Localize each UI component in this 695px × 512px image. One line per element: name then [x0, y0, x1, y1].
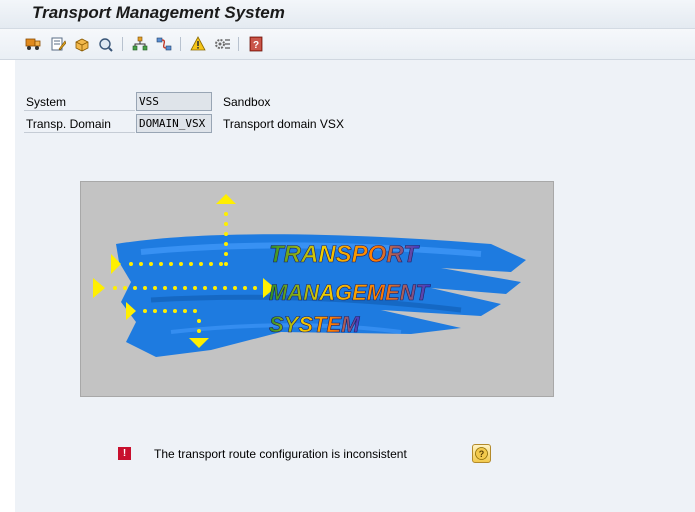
truck-icon[interactable]: [25, 35, 42, 52]
title-bar: Transport Management System: [0, 0, 695, 29]
edit-document-icon[interactable]: [49, 35, 66, 52]
status-message: The transport route configuration is inc…: [154, 447, 407, 461]
logo-line-2: MANAGEMENT: [269, 280, 431, 305]
logo-line-1: TRANSPORT: [269, 241, 420, 268]
alert-icon[interactable]: [189, 35, 206, 52]
window-title: Transport Management System: [32, 3, 285, 22]
transport-box-icon[interactable]: [73, 35, 90, 52]
hierarchy-icon[interactable]: [131, 35, 148, 52]
left-margin: [0, 60, 15, 512]
transport-domain-label: Transp. Domain: [24, 116, 135, 133]
application-toolbar: ?: [0, 29, 695, 60]
svg-text:?: ?: [479, 449, 485, 459]
transport-domain-field[interactable]: DOMAIN_VSX: [136, 114, 212, 133]
transport-routes-icon[interactable]: [155, 35, 172, 52]
system-label: System: [24, 94, 135, 111]
svg-text:?: ?: [252, 40, 258, 51]
system-description: Sandbox: [223, 95, 271, 109]
display-icon[interactable]: [97, 35, 114, 52]
help-book-icon[interactable]: ?: [247, 35, 264, 52]
system-field[interactable]: VSS: [136, 92, 212, 111]
logo-line-3: SYSTEM: [269, 312, 360, 337]
help-icon[interactable]: ?: [472, 444, 491, 463]
transport-domain-description: Transport domain VSX: [223, 117, 344, 131]
settings-icon[interactable]: [213, 35, 230, 52]
tms-logo-image: TRANSPORT MANAGEMENT SYSTEM: [80, 181, 554, 397]
error-icon: !: [118, 447, 131, 460]
